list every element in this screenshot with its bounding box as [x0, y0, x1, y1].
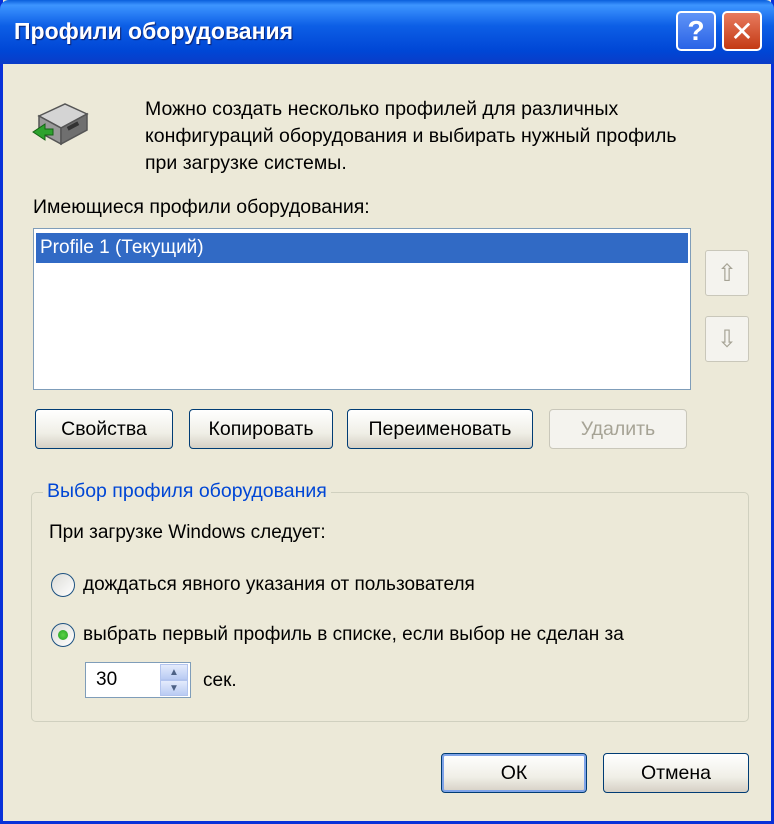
- radio-select-first-label[interactable]: выбрать первый профиль в списке, если вы…: [83, 624, 624, 646]
- move-down-button[interactable]: ⇩: [705, 316, 749, 362]
- radio-wait-user-label[interactable]: дождаться явного указания от пользовател…: [83, 574, 475, 596]
- hardware-profile-icon: [32, 103, 89, 146]
- window-title: Профили оборудования: [14, 18, 294, 44]
- properties-button[interactable]: Свойства: [35, 409, 173, 449]
- title-bar[interactable]: Профили оборудования ? ✕: [0, 0, 774, 64]
- timeout-unit-label: сек.: [203, 670, 237, 691]
- radio-wait-user[interactable]: [51, 573, 75, 597]
- intro-text: Можно создать несколько профилей для раз…: [145, 98, 677, 174]
- profiles-listbox[interactable]: Profile 1 (Текущий): [33, 228, 691, 390]
- close-icon[interactable]: ✕: [722, 11, 762, 51]
- hardware-profiles-dialog: Профили оборудования ? ✕ Можно создать н…: [0, 0, 774, 824]
- boot-prompt-label: При загрузке Windows следует:: [49, 522, 326, 543]
- cancel-button[interactable]: Отмена: [603, 753, 749, 793]
- timeout-stepper[interactable]: 30 ▲ ▼: [85, 662, 191, 698]
- arrow-up-icon: ⇧: [716, 259, 738, 287]
- delete-button: Удалить: [549, 409, 687, 449]
- ok-button[interactable]: ОК: [441, 753, 587, 793]
- radio-select-first[interactable]: [51, 623, 75, 647]
- radio-selected-dot: [58, 630, 68, 640]
- copy-button[interactable]: Копировать: [189, 409, 333, 449]
- help-icon[interactable]: ?: [676, 11, 716, 51]
- spin-up-icon[interactable]: ▲: [160, 664, 188, 680]
- timeout-value[interactable]: 30: [96, 669, 117, 691]
- profiles-list-label: Имеющиеся профили оборудования:: [33, 196, 370, 218]
- group-legend: Выбор профиля оборудования: [43, 480, 331, 503]
- arrow-down-icon: ⇩: [716, 325, 738, 353]
- list-item[interactable]: Profile 1 (Текущий): [36, 233, 688, 263]
- rename-button[interactable]: Переименовать: [347, 409, 533, 449]
- move-up-button[interactable]: ⇧: [705, 250, 749, 296]
- spin-down-icon[interactable]: ▼: [160, 680, 188, 696]
